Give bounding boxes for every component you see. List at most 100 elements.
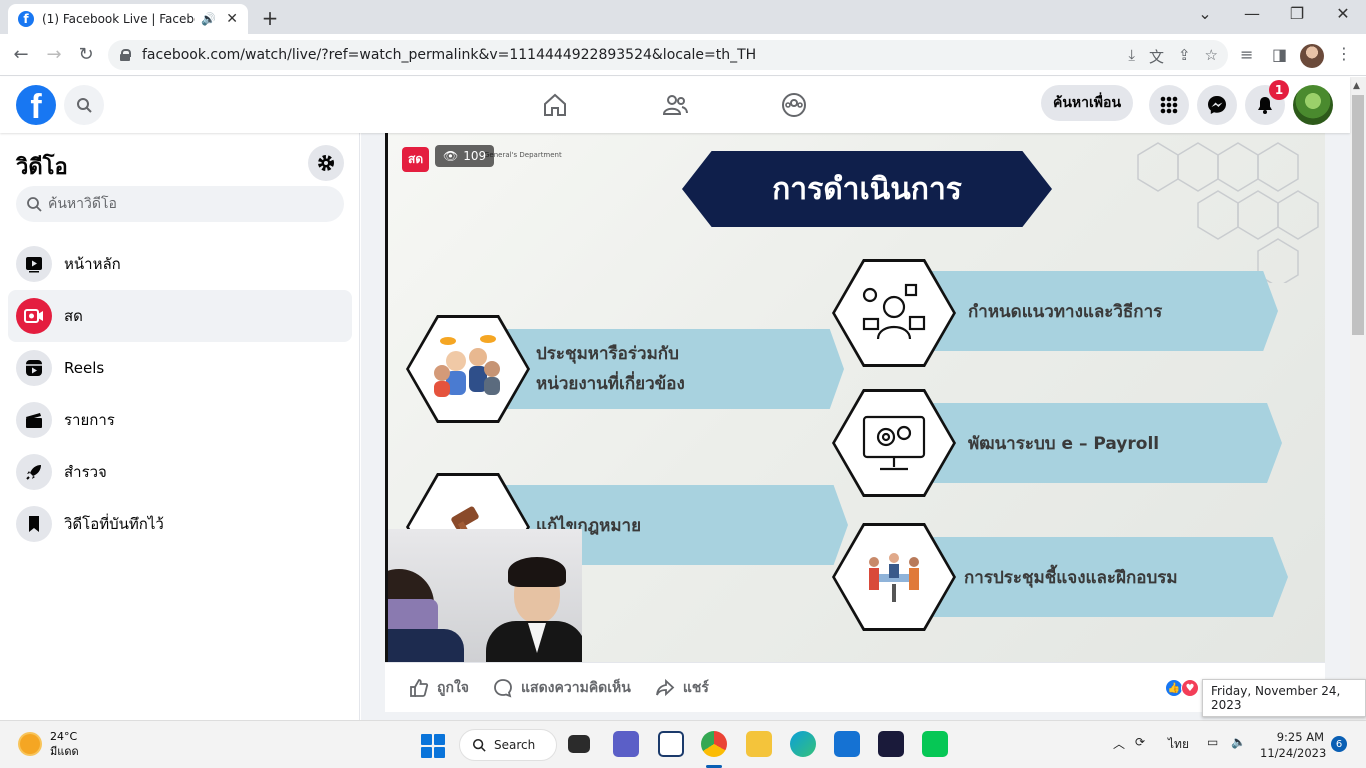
file-explorer-icon[interactable]	[746, 731, 772, 757]
forward-button[interactable]: →	[43, 44, 65, 65]
sidebar-item-explore[interactable]: สำรวจ	[8, 446, 352, 498]
show-hidden-icons[interactable]: ︿	[1113, 735, 1125, 752]
rocket-icon	[16, 454, 52, 490]
bookmark-icon	[16, 506, 52, 542]
video-play-icon	[16, 246, 52, 282]
lock-icon[interactable]	[120, 49, 131, 61]
browser-tab-strip: f (1) Facebook Live | Facebook 🔊 ✕ + ⌄ —…	[0, 0, 1366, 34]
media-control-icon[interactable]: ≡	[1240, 45, 1253, 64]
groups-icon[interactable]	[780, 91, 808, 119]
system-clock[interactable]: 9:25 AM 11/24/2023	[1260, 729, 1326, 761]
share-page-icon[interactable]: ⇪	[1178, 46, 1191, 67]
video-search-input[interactable]: ค้นหาวิดีโอ	[16, 186, 344, 222]
department-label: General's Department	[484, 151, 562, 159]
translate-icon[interactable]: 文	[1149, 46, 1164, 67]
reels-icon	[16, 350, 52, 386]
reload-button[interactable]: ↻	[75, 44, 97, 65]
settings-button[interactable]	[308, 145, 344, 181]
viewer-count: 👁 109	[435, 145, 495, 167]
facebook-search-button[interactable]	[64, 85, 104, 125]
comment-button[interactable]: แสดงความคิดเห็น	[493, 677, 631, 699]
home-icon[interactable]	[541, 91, 569, 119]
maximize-button[interactable]: ❐	[1283, 4, 1311, 23]
chrome-icon[interactable]	[701, 731, 727, 757]
like-button[interactable]: ถูกใจ	[409, 677, 469, 699]
teams-icon[interactable]	[613, 731, 639, 757]
app-icon[interactable]	[658, 731, 684, 757]
edge-icon[interactable]	[790, 731, 816, 757]
scroll-up-icon[interactable]: ▲	[1353, 81, 1360, 91]
browser-profile-avatar[interactable]	[1300, 44, 1324, 68]
language-indicator[interactable]: ไทย	[1168, 735, 1189, 754]
weather-widget[interactable]: 24°C มีแดด	[20, 729, 79, 759]
sidebar-item-label: สด	[64, 307, 83, 325]
tab-title: (1) Facebook Live | Facebook	[42, 12, 195, 26]
live-video-player[interactable]: สด 👁 109 General's Department การดำเนินก…	[385, 133, 1325, 662]
webex-icon[interactable]	[878, 731, 904, 757]
sidebar-item-label: Reels	[64, 359, 105, 377]
friends-icon[interactable]	[661, 91, 689, 119]
sidebar-item-saved[interactable]: วิดีโอที่บันทึกไว้	[8, 498, 352, 550]
close-window-button[interactable]: ✕	[1329, 4, 1357, 23]
search-icon	[77, 98, 92, 113]
clapperboard-icon	[16, 402, 52, 438]
sidebar-item-shows[interactable]: รายการ	[8, 394, 352, 446]
tab-search-icon[interactable]: ⌄	[1191, 4, 1219, 23]
bookmark-star-icon[interactable]: ☆	[1205, 46, 1218, 67]
network-icon[interactable]: ▭	[1207, 735, 1218, 749]
url-text[interactable]: facebook.com/watch/live/?ref=watch_perma…	[142, 47, 756, 63]
facebook-header: f ค้นหาเพื่อน	[0, 77, 1350, 133]
browser-tab[interactable]: f (1) Facebook Live | Facebook 🔊 ✕	[8, 4, 248, 34]
browser-menu-icon[interactable]: ⋮	[1336, 44, 1352, 63]
sun-icon	[20, 734, 40, 754]
video-sidebar: วิดีโอ ค้นหาวิดีโอ หน้าหลัก สด Reels ราย…	[0, 133, 360, 720]
slide-item-meeting: ประชุมหารือร่วมกับ หน่วยงานที่เกี่ยวข้อง	[488, 329, 844, 409]
search-placeholder: ค้นหาวิดีโอ	[48, 196, 117, 212]
slide-item-payroll: พัฒนาระบบ e – Payroll	[908, 403, 1282, 483]
taskbar-search[interactable]: Search	[459, 729, 557, 761]
sidebar-item-reels[interactable]: Reels	[8, 342, 352, 394]
messenger-icon	[1208, 96, 1226, 114]
menu-button[interactable]	[1149, 85, 1189, 125]
sidebar-title: วิดีโอ	[16, 155, 68, 180]
mail-icon[interactable]	[834, 731, 860, 757]
reaction-summary[interactable]: 👍 ♥	[1165, 679, 1199, 697]
browser-toolbar: ← → ↻ facebook.com/watch/live/?ref=watch…	[0, 34, 1366, 76]
hexagon-pattern-decoration	[1137, 142, 1319, 283]
date-tooltip: Friday, November 24, 2023	[1202, 679, 1366, 717]
sidebar-item-live[interactable]: สด	[8, 290, 352, 342]
back-button[interactable]: ←	[10, 44, 32, 65]
live-camera-icon	[16, 298, 52, 334]
side-panel-icon[interactable]: ◨	[1272, 45, 1287, 64]
share-button[interactable]: แชร์	[655, 677, 709, 699]
volume-icon[interactable]: 🔈	[1231, 735, 1246, 749]
sync-icon[interactable]: ⟳	[1135, 735, 1145, 749]
find-friends-button[interactable]: ค้นหาเพื่อน	[1041, 85, 1134, 121]
address-bar[interactable]: facebook.com/watch/live/?ref=watch_perma…	[108, 40, 1228, 70]
new-tab-button[interactable]: +	[258, 6, 282, 30]
install-app-icon[interactable]: ⤓	[1128, 46, 1135, 67]
notification-center-badge[interactable]: 6	[1331, 736, 1347, 752]
start-button[interactable]	[421, 734, 445, 758]
user-avatar[interactable]	[1293, 85, 1333, 125]
close-tab-icon[interactable]: ✕	[226, 11, 238, 27]
scrollbar-thumb[interactable]	[1352, 95, 1364, 335]
taskbar-search-label: Search	[494, 738, 536, 752]
like-label: ถูกใจ	[437, 679, 469, 696]
comment-label: แสดงความคิดเห็น	[521, 679, 631, 696]
sidebar-item-home[interactable]: หน้าหลัก	[8, 238, 352, 290]
main-content: สด 👁 109 General's Department การดำเนินก…	[361, 133, 1350, 720]
sidebar-item-label: วิดีโอที่บันทึกไว้	[64, 515, 164, 533]
love-reaction-icon: ♥	[1181, 679, 1199, 697]
minimize-button[interactable]: —	[1238, 4, 1266, 23]
line-icon[interactable]	[922, 731, 948, 757]
slide-title: การดำเนินการ	[682, 151, 1052, 227]
live-badge: สด	[402, 147, 430, 172]
messenger-button[interactable]	[1197, 85, 1237, 125]
page-scrollbar[interactable]: ▲ ▼	[1350, 77, 1366, 720]
task-view-icon[interactable]	[568, 735, 590, 753]
slide-item-guidelines: กำหนดแนวทางและวิธีการ	[908, 271, 1278, 351]
notification-badge: 1	[1269, 80, 1289, 100]
speaker-icon[interactable]: 🔊	[201, 12, 216, 26]
facebook-logo[interactable]: f	[16, 85, 56, 125]
